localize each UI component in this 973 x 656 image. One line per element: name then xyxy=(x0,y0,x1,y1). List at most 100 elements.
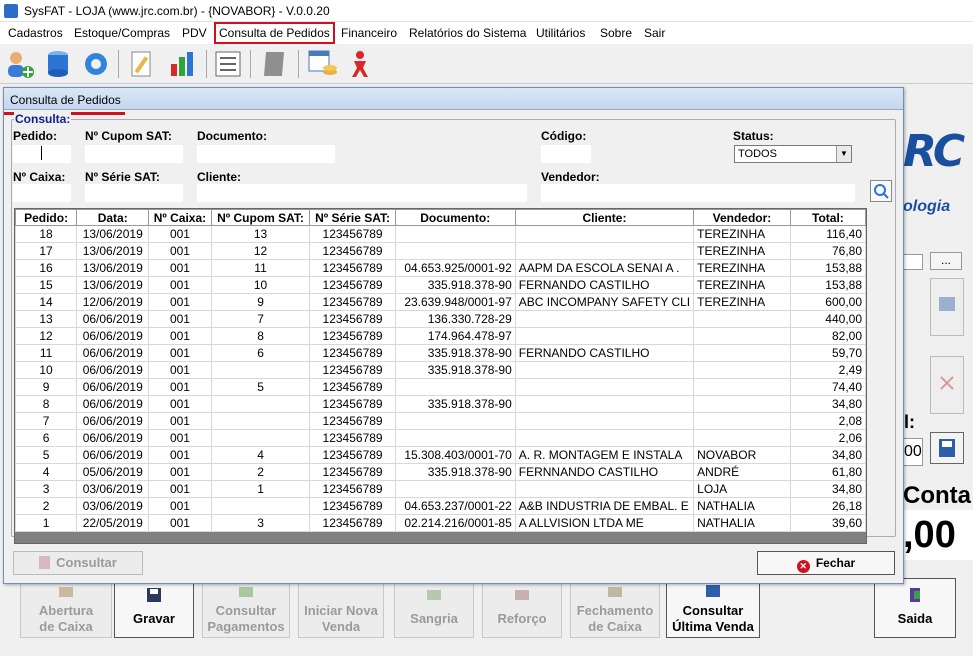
table-cell: ABC INCOMPANY SAFETY CLI xyxy=(514,293,695,311)
serie-input[interactable] xyxy=(85,184,183,202)
table-cell: 001 xyxy=(148,497,212,515)
menu-relatorios[interactable]: Relatórios do Sistema xyxy=(407,25,528,41)
table-row[interactable]: 2 03/06/2019 001 123456789 04.653.237/0001-2… xyxy=(14,497,867,515)
edit-document-icon[interactable] xyxy=(126,48,158,80)
column-header[interactable]: Documento: xyxy=(394,209,516,226)
table-cell: FERNNANDO CASTILHO xyxy=(514,463,695,481)
table-cell: 001 xyxy=(148,344,212,362)
table-row[interactable]: 16 13/06/2019 001 11 123456789 04.653.925/000… xyxy=(14,259,867,277)
menu-financeiro[interactable]: Financeiro xyxy=(339,25,399,41)
menu-cadastros[interactable]: Cadastros xyxy=(6,25,65,41)
abertura-caixa-button[interactable]: Abertura de Caixa xyxy=(20,578,112,638)
table-cell xyxy=(210,429,311,447)
table-cell: 18 xyxy=(14,225,78,243)
bottom-action-bar: Abertura de Caixa Gravar Consultar Pagamen… xyxy=(14,578,964,644)
iniciar-nova-venda-button[interactable]: Iniciar Nova Venda xyxy=(298,578,384,638)
table-row[interactable]: 13 06/06/2019 001 7 123456789 136.330.728-29 4… xyxy=(14,310,867,328)
conta-label: Conta: xyxy=(903,482,973,509)
table-cell: 04.653.925/0001-92 xyxy=(394,259,516,277)
table-row[interactable]: 18 13/06/2019 001 13 123456789 TEREZINHA 116,4… xyxy=(14,225,867,243)
exit-person-icon[interactable] xyxy=(344,48,376,80)
column-header[interactable]: Nº Caixa: xyxy=(148,209,212,226)
table-cell: 001 xyxy=(148,327,212,345)
column-header[interactable]: Cliente: xyxy=(514,209,695,226)
table-cell: 136.330.728-29 xyxy=(394,310,516,328)
table-cell: 34,80 xyxy=(789,395,867,413)
table-cell: 6 xyxy=(14,429,78,447)
dialog-title-bar[interactable]: Consulta de Pedidos xyxy=(4,88,903,110)
table-cell: 15.308.403/0001-70 xyxy=(394,446,516,464)
table-cell: 123456789 xyxy=(309,259,396,277)
table-header-row: Pedido: Data: Nº Caixa: Nº Cupom SAT: Nº Sér… xyxy=(14,209,867,226)
consultar-ultima-venda-button[interactable]: Consultar Última Venda xyxy=(666,578,760,638)
pedido-input[interactable] xyxy=(13,145,71,163)
bar-chart-icon[interactable] xyxy=(166,48,198,80)
table-row[interactable]: 11 06/06/2019 001 6 123456789 335.918.378-90 F… xyxy=(14,344,867,362)
sangria-button[interactable]: Sangria xyxy=(394,578,474,638)
edit-side-button[interactable] xyxy=(930,278,964,336)
table-cell: A ALLVISION LTDA ME xyxy=(514,514,695,532)
status-label: Status: xyxy=(733,129,774,143)
column-header[interactable]: Pedido: xyxy=(14,209,78,226)
spreadsheet-coins-icon[interactable] xyxy=(306,48,338,80)
status-select[interactable]: TODOS ▼ xyxy=(734,145,852,163)
column-header[interactable]: Nº Cupom SAT: xyxy=(210,209,311,226)
caixa-input[interactable] xyxy=(13,184,71,202)
table-cell: 001 xyxy=(148,259,212,277)
fechar-button[interactable]: ✕ Fechar xyxy=(757,551,895,575)
menu-estoque[interactable]: Estoque/Compras xyxy=(72,25,172,41)
gravar-button[interactable]: Gravar xyxy=(114,578,194,638)
search-button[interactable] xyxy=(870,180,892,202)
table-row[interactable]: 10 06/06/2019 001 123456789 335.918.378-90 2,… xyxy=(14,361,867,379)
list-icon[interactable] xyxy=(212,48,244,80)
table-row[interactable]: 9 06/06/2019 001 5 123456789 74,40 xyxy=(14,378,867,396)
table-row[interactable]: 1 22/05/2019 001 3 123456789 02.214.216/0001-… xyxy=(14,514,867,532)
menu-sobre[interactable]: Sobre xyxy=(598,25,634,41)
table-row[interactable]: 17 13/06/2019 001 12 123456789 TEREZINHA 76,80 xyxy=(14,242,867,260)
gear-icon[interactable] xyxy=(80,48,112,80)
fechamento-caixa-button[interactable]: Fechamento de Caixa xyxy=(570,578,660,638)
table-cell: 123456789 xyxy=(309,395,396,413)
documento-input[interactable] xyxy=(197,145,335,163)
save-side-button[interactable] xyxy=(930,432,964,464)
users-icon[interactable] xyxy=(4,48,36,80)
reforco-button[interactable]: Reforço xyxy=(482,578,562,638)
table-row[interactable]: 6 06/06/2019 001 123456789 2,06 xyxy=(14,429,867,447)
consultar-pagamentos-button[interactable]: Consultar Pagamentos xyxy=(202,578,290,638)
cupom-input[interactable] xyxy=(85,145,183,163)
table-cell: 7 xyxy=(14,412,78,430)
column-header[interactable]: Nº Série SAT: xyxy=(309,209,396,226)
menu-consulta-pedidos[interactable]: Consulta de Pedidos xyxy=(214,22,335,44)
save-icon xyxy=(939,439,955,457)
column-header[interactable]: Data: xyxy=(76,209,150,226)
saida-button[interactable]: Saida xyxy=(874,578,956,638)
table-row[interactable]: 4 05/06/2019 001 2 123456789 335.918.378-90 FE… xyxy=(14,463,867,481)
menu-sair[interactable]: Sair xyxy=(642,25,667,41)
codigo-input[interactable] xyxy=(541,145,591,163)
table-row[interactable]: 12 06/06/2019 001 8 123456789 174.964.478-97 8… xyxy=(14,327,867,345)
ellipsis-button[interactable]: ... xyxy=(930,252,962,270)
cliente-input[interactable] xyxy=(197,184,527,202)
title-bar: SysFAT - LOJA (www.jrc.com.br) - {NOVABO… xyxy=(0,0,973,22)
database-icon[interactable] xyxy=(42,48,74,80)
table-cell: ANDRÉ xyxy=(693,463,791,481)
table-row[interactable]: 15 13/06/2019 001 10 123456789 335.918.378-90… xyxy=(14,276,867,294)
table-row[interactable]: 14 12/06/2019 001 9 123456789 23.639.948/0001… xyxy=(14,293,867,311)
column-header[interactable]: Vendedor: xyxy=(693,209,791,226)
table-row[interactable]: 3 03/06/2019 001 1 123456789 LOJA 34,80 xyxy=(14,480,867,498)
table-row[interactable]: 7 06/06/2019 001 123456789 2,08 xyxy=(14,412,867,430)
table-row[interactable]: 5 06/06/2019 001 4 123456789 15.308.403/0001-… xyxy=(14,446,867,464)
documento-label: Documento: xyxy=(197,129,267,143)
table-cell xyxy=(210,412,311,430)
table-cell: 74,40 xyxy=(789,378,867,396)
vendedor-input[interactable] xyxy=(541,184,855,202)
table-cell: 001 xyxy=(148,361,212,379)
delete-side-button[interactable] xyxy=(930,356,964,414)
door-exit-icon xyxy=(910,588,920,602)
consultar-button[interactable]: Consultar xyxy=(13,551,143,575)
table-row[interactable]: 8 06/06/2019 001 123456789 335.918.378-90 34,… xyxy=(14,395,867,413)
background-input[interactable] xyxy=(903,254,923,270)
menu-pdv[interactable]: PDV xyxy=(180,25,209,41)
menu-utilitarios[interactable]: Utilitários xyxy=(534,25,587,41)
column-header[interactable]: Total: xyxy=(789,209,867,226)
